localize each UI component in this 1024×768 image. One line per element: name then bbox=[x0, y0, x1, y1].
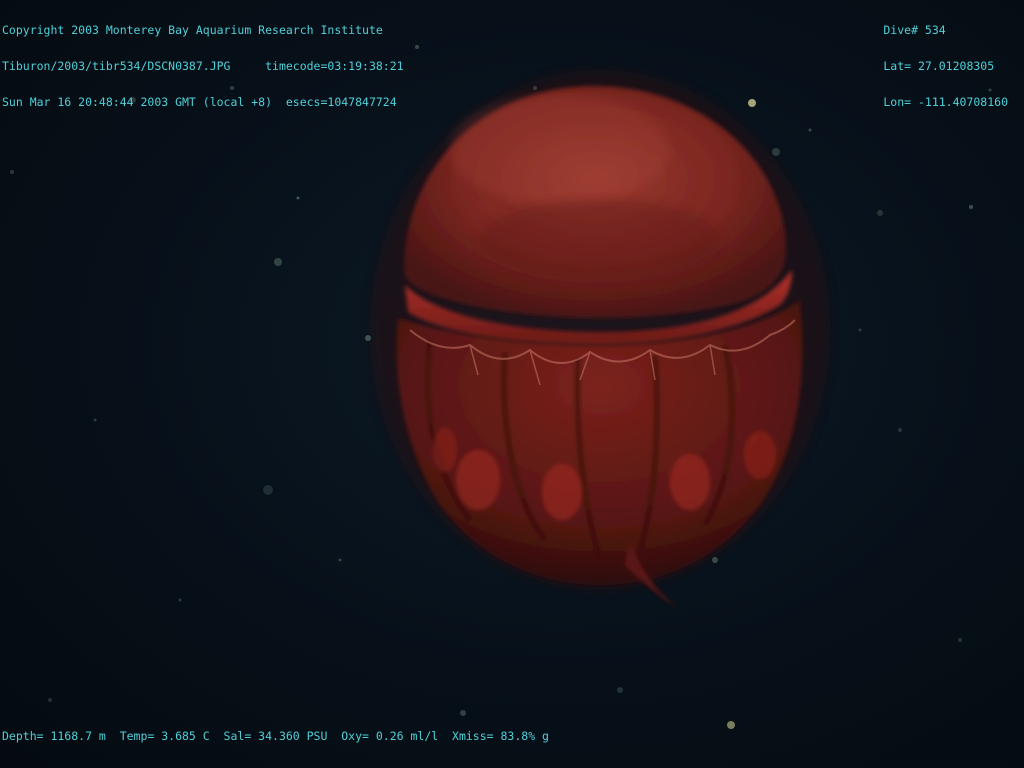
dive-number-text: Dive# 534 bbox=[883, 23, 946, 37]
date-esecs-text: Sun Mar 16 20:48:44 2003 GMT (local +8) … bbox=[2, 95, 397, 109]
hud-top-right: Dive# 534 Lat= 27.01208305 Lon= -111.407… bbox=[883, 0, 1008, 132]
copyright-text: Copyright 2003 Monterey Bay Aquarium Res… bbox=[2, 23, 383, 37]
underwater-photo-frame: Copyright 2003 Monterey Bay Aquarium Res… bbox=[0, 0, 1024, 768]
jellyfish-bell-highlight bbox=[450, 95, 670, 205]
hud-bottom: Depth= 1168.7 m Temp= 3.685 C Sal= 34.36… bbox=[2, 706, 549, 766]
file-timecode-text: Tiburon/2003/tibr534/DSCN0387.JPG timeco… bbox=[2, 59, 404, 73]
longitude-text: Lon= -111.40708160 bbox=[883, 95, 1008, 109]
hud-top-left: Copyright 2003 Monterey Bay Aquarium Res… bbox=[2, 0, 404, 132]
latitude-text: Lat= 27.01208305 bbox=[883, 59, 995, 73]
telemetry-text: Depth= 1168.7 m Temp= 3.685 C Sal= 34.36… bbox=[2, 729, 549, 743]
jellyfish-skirt bbox=[396, 300, 803, 610]
